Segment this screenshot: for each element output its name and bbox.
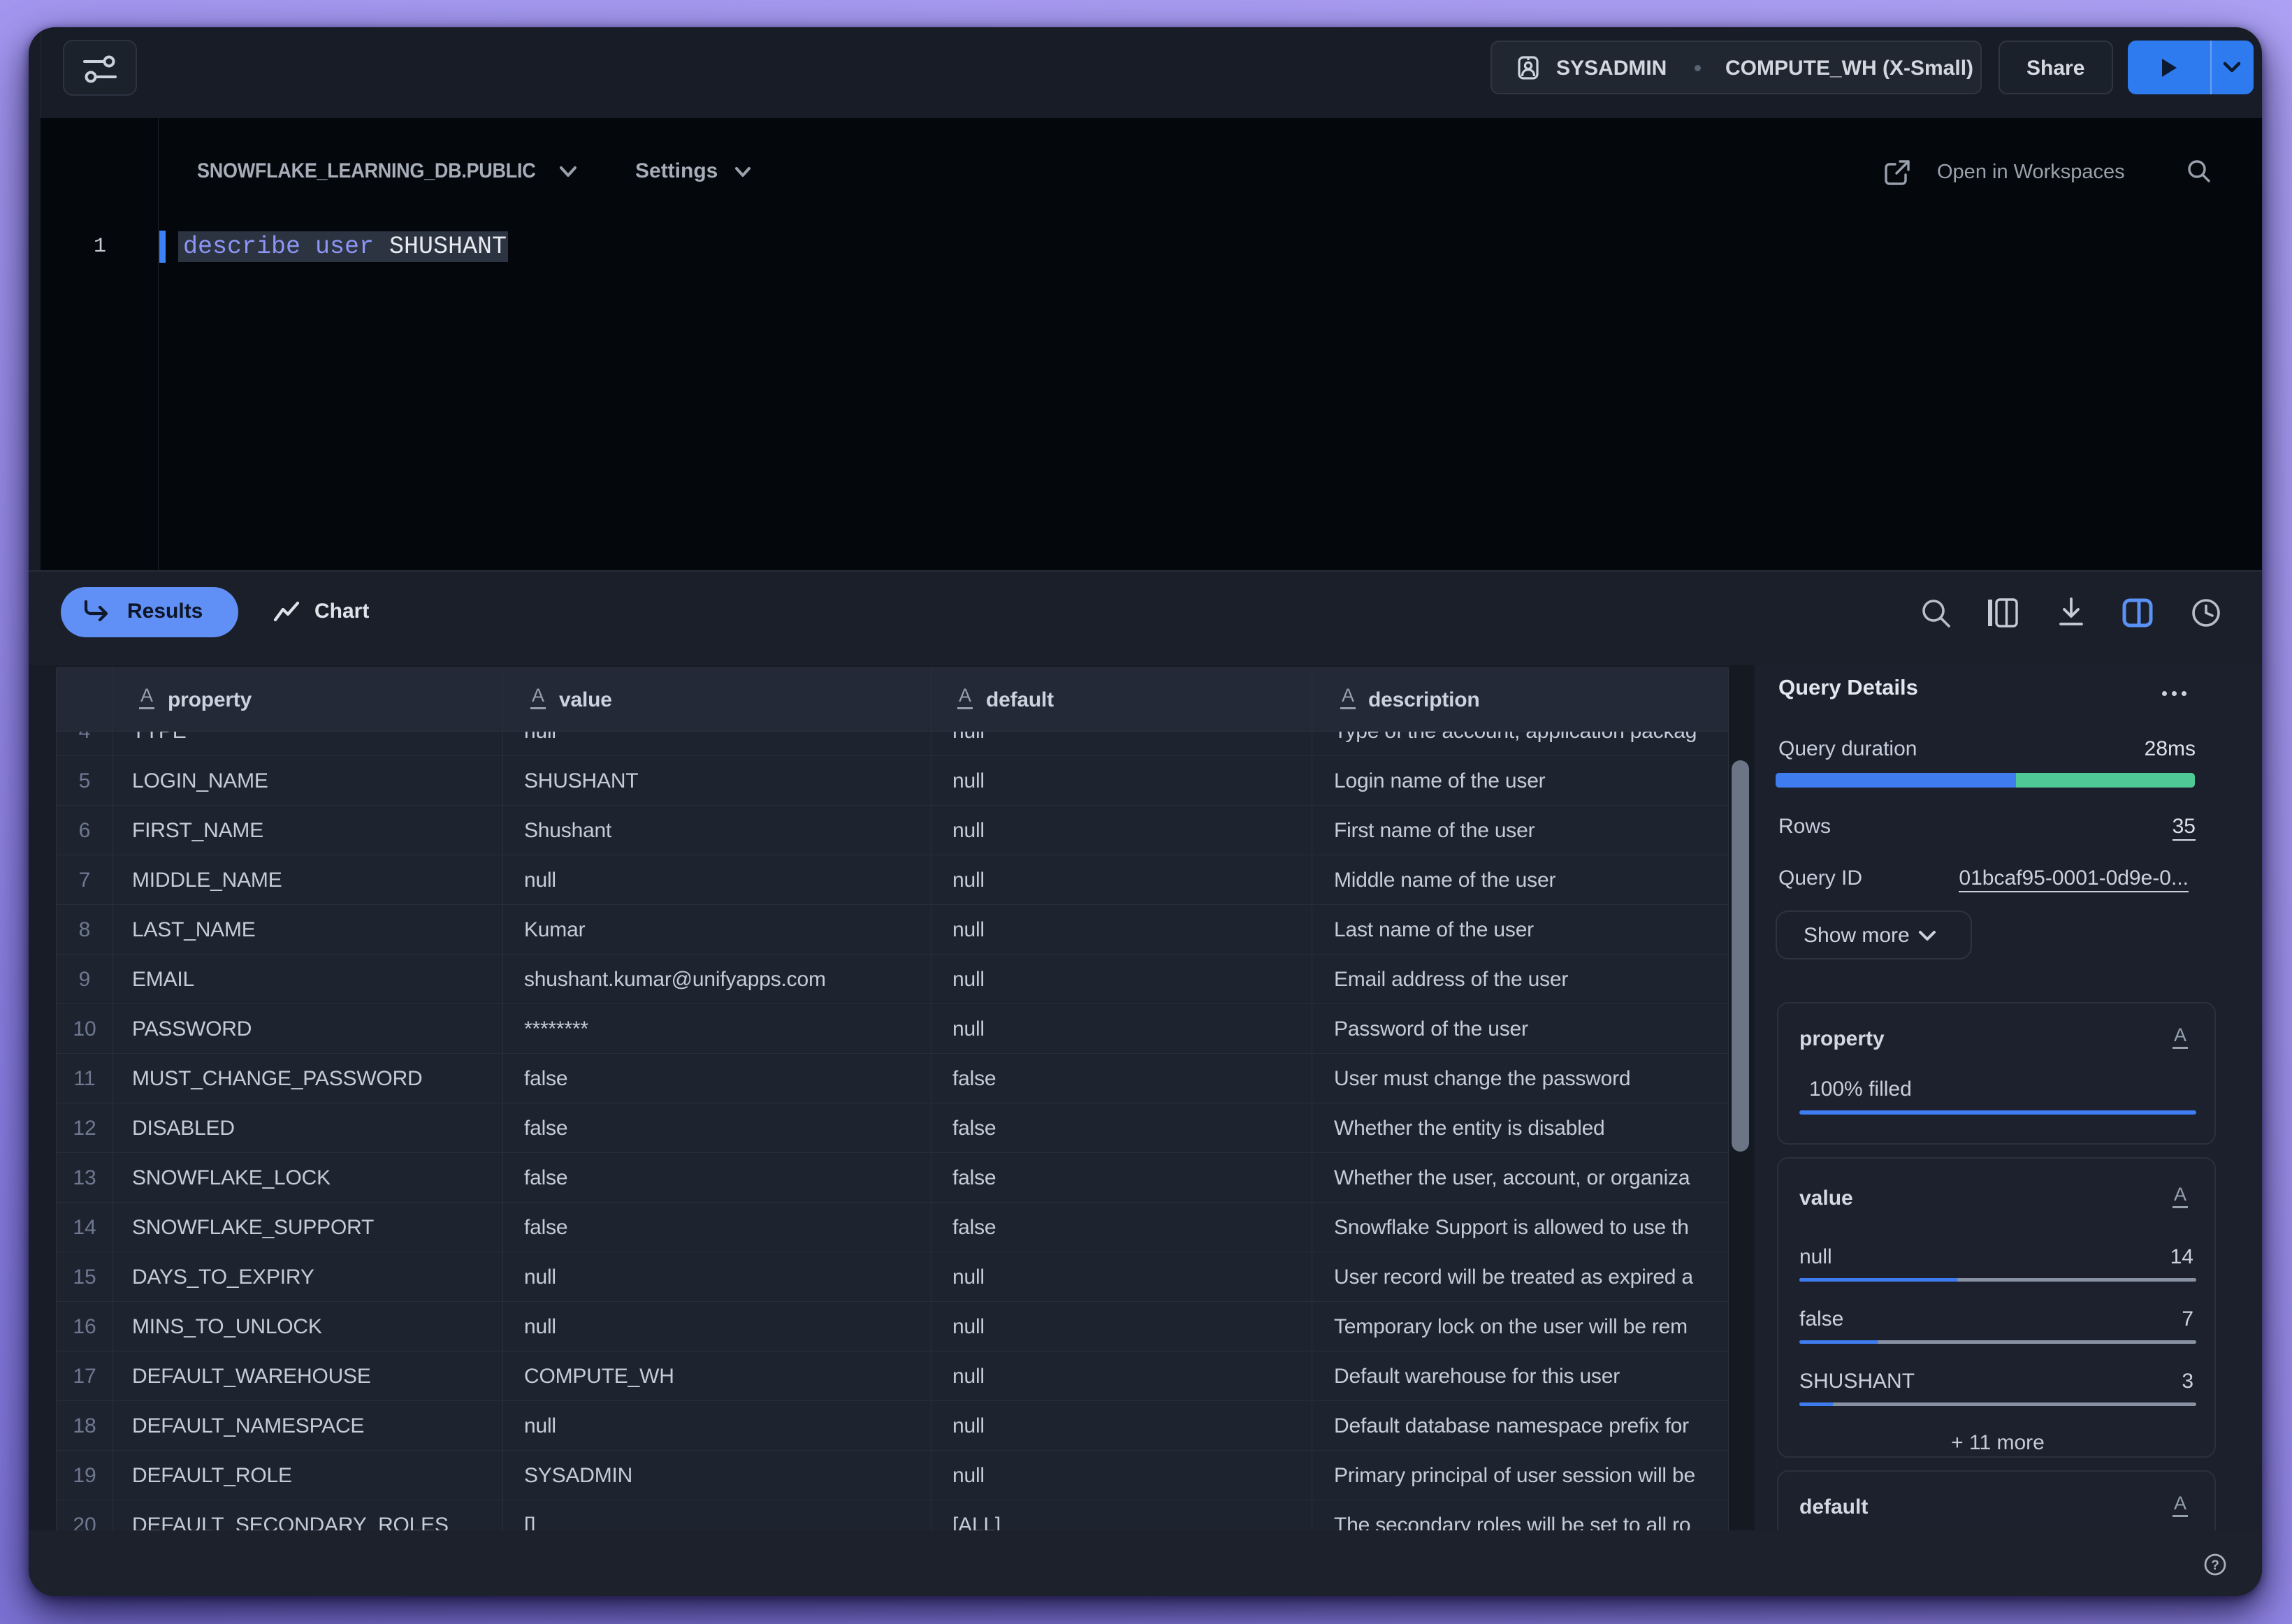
svg-text:?: ? xyxy=(2211,1558,2219,1573)
